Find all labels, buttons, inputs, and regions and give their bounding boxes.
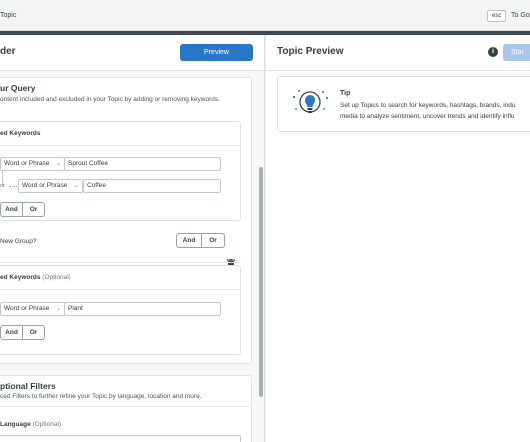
language-select[interactable] — [0, 435, 241, 442]
connector-dots — [9, 186, 17, 187]
preview-header: Topic Preview i Star — [266, 35, 530, 71]
filters-divider — [0, 406, 251, 407]
and-button[interactable]: And — [1, 326, 22, 339]
new-group-label: New Group? — [0, 238, 37, 245]
query-description: ontent included and excluded in your Top… — [0, 96, 220, 103]
tip-text-line-1: Set up Topics to search for keywords, ha… — [340, 102, 516, 109]
and-or-toggle: And Or — [0, 202, 45, 217]
chevron-down-icon: ⌄ — [55, 306, 61, 312]
new-group-row: New Group? And Or — [0, 221, 241, 263]
esc-hint-text[interactable]: To Go — [511, 12, 530, 19]
builder-header: der Preview — [0, 35, 264, 71]
chevron-down-icon: ⌄ — [73, 183, 79, 189]
and-or-toggle: And Or — [0, 325, 45, 340]
keyword-input[interactable]: Plant — [64, 302, 221, 316]
or-button[interactable]: Or — [201, 234, 224, 247]
query-title: ur Query — [0, 83, 36, 93]
info-icon[interactable]: i — [488, 47, 498, 57]
preview-title: Topic Preview — [277, 46, 344, 57]
included-keywords-header: ed Keywords — [0, 122, 240, 146]
keyword-type-select[interactable]: Word or Phrase ⌄ — [0, 302, 65, 316]
excluded-keywords-label: ed Keywords (Optional) — [0, 274, 71, 281]
keyword-type-select[interactable]: Word or Phrase ⌄ — [0, 157, 65, 171]
or-button[interactable]: Or — [22, 326, 44, 339]
keyword-type-value: Word or Phrase — [22, 182, 68, 189]
keyword-input[interactable]: Coffee — [83, 179, 221, 193]
new-group-and-or-toggle: And Or — [176, 233, 225, 248]
tip-title: Tip — [340, 90, 351, 97]
included-keywords-label: ed Keywords — [0, 130, 41, 137]
lightbulb-icon — [292, 90, 329, 113]
preview-button[interactable]: Preview — [180, 44, 253, 61]
connector-label: ot — [0, 183, 5, 189]
chevron-down-icon: ⌄ — [55, 161, 61, 167]
query-card: ur Query ontent included and excluded in… — [0, 77, 252, 364]
filters-description: ced Filters to further refine your Topic… — [0, 393, 202, 400]
builder-title: der — [0, 46, 16, 57]
top-bar: Topic esc To Go — [0, 0, 530, 31]
language-label: Language (Optional) — [0, 421, 62, 428]
excluded-keywords-group: ed Keywords (Optional) Word or Phrase ⌄ … — [0, 265, 241, 355]
keyword-input[interactable]: Sprout Coffee — [64, 157, 221, 171]
included-keywords-group: ed Keywords Word or Phrase ⌄ Sprout Coff… — [0, 121, 241, 221]
keyword-type-value: Word or Phrase — [4, 305, 50, 312]
window-title: Topic — [0, 12, 17, 19]
or-button[interactable]: Or — [22, 203, 44, 216]
esc-key-badge[interactable]: esc — [487, 10, 507, 22]
scrollbar-thumb[interactable] — [259, 167, 263, 397]
topic-builder-panel: der Preview ur Query ontent included and… — [0, 35, 265, 442]
optional-filters-card: ptional Filters ced Filters to further r… — [0, 375, 252, 442]
keyword-type-value: Word or Phrase — [4, 160, 50, 167]
excluded-keywords-header: ed Keywords (Optional) — [0, 266, 240, 290]
and-button[interactable]: And — [1, 203, 22, 216]
topic-preview-panel: Topic Preview i Star Tip Set up Topics t… — [266, 35, 530, 442]
keyword-type-select[interactable]: Word or Phrase ⌄ — [18, 179, 83, 193]
tip-card: Tip Set up Topics to search for keywords… — [277, 76, 530, 132]
tip-text-line-2: media to analyze sentiment, uncover tren… — [340, 113, 515, 120]
and-button[interactable]: And — [177, 234, 201, 247]
start-button[interactable]: Star — [503, 44, 530, 61]
filters-title: ptional Filters — [0, 381, 56, 391]
